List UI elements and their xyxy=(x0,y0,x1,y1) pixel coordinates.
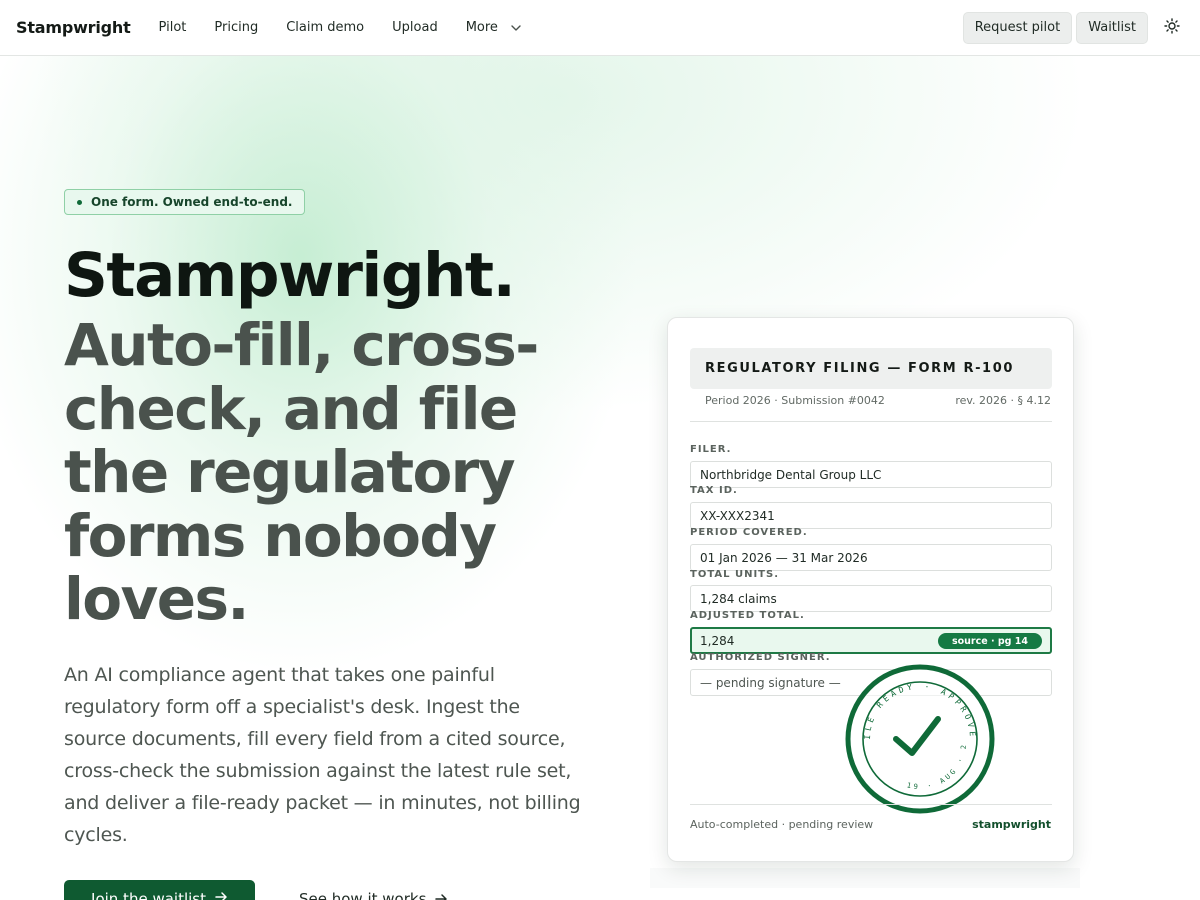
filer-value: Northbridge Dental Group LLC xyxy=(700,467,882,482)
theme-toggle-button[interactable] xyxy=(1160,16,1184,40)
adjusted-total-value: 1,284 xyxy=(700,633,735,648)
nav-links: Pilot Pricing Claim demo Upload More xyxy=(159,20,522,35)
stamp-graphic: FILE READY · APPROVED 19 · AUG · 2026 xyxy=(840,656,995,814)
field-label-adjusted-total: ADJUSTED TOTAL. xyxy=(690,610,805,621)
nav-link-pilot[interactable]: Pilot xyxy=(159,20,187,35)
arrow-right-icon xyxy=(434,892,448,900)
chevron-down-icon xyxy=(510,22,522,34)
see-how-it-works-link[interactable]: See how it works xyxy=(299,890,448,900)
filer-field[interactable]: Northbridge Dental Group LLC xyxy=(690,461,1052,488)
nav-link-pricing[interactable]: Pricing xyxy=(214,20,258,35)
join-waitlist-label: Join the waitlist xyxy=(91,890,206,900)
field-label-total-units: TOTAL UNITS. xyxy=(690,569,779,580)
nav-more-label: More xyxy=(465,20,498,35)
nav-more-dropdown[interactable]: More xyxy=(466,20,522,35)
total-units-field[interactable]: 1,284 claims xyxy=(690,585,1052,612)
tagline-badge: One form. Owned end-to-end. xyxy=(64,189,306,215)
arrow-right-icon xyxy=(214,890,228,900)
total-units-value: 1,284 claims xyxy=(700,591,777,606)
waitlist-button[interactable]: Waitlist xyxy=(1076,11,1148,44)
brand-logo[interactable]: Stampwright xyxy=(16,18,131,37)
tax-id-field[interactable]: XX-XXX2341 xyxy=(690,502,1052,529)
nav-link-upload[interactable]: Upload xyxy=(392,20,438,35)
hero-subtitle: Auto-fill, cross-check, and file the reg… xyxy=(64,311,539,633)
top-nav: Stampwright Pilot Pricing Claim demo Upl… xyxy=(0,0,1200,56)
form-period: Period 2026 · Submission #0042 xyxy=(705,394,885,407)
adjusted-total-field[interactable]: 1,284 source · pg 14 xyxy=(690,627,1052,654)
field-label-filer: FILER. xyxy=(690,444,732,455)
source-citation-badge[interactable]: source · pg 14 xyxy=(937,633,1042,649)
badge-dot-icon xyxy=(77,199,82,205)
card-base-panel xyxy=(650,868,1080,888)
card-footer-divider xyxy=(690,804,1052,805)
hero-description: An AI compliance agent that takes one pa… xyxy=(64,664,581,846)
join-waitlist-button[interactable]: Join the waitlist xyxy=(64,880,255,900)
field-label-signer: AUTHORIZED SIGNER. xyxy=(690,652,831,663)
form-revision: rev. 2026 · § 4.12 xyxy=(955,394,1051,407)
tax-id-value: XX-XXX2341 xyxy=(700,508,775,523)
form-divider xyxy=(690,421,1052,422)
hero-title: Stampwright. xyxy=(64,240,516,311)
approval-stamp: FILE READY · APPROVED 19 · AUG · 2026 xyxy=(840,656,996,815)
nav-link-claim-demo[interactable]: Claim demo xyxy=(286,20,364,35)
period-covered-value: 01 Jan 2026 — 31 Mar 2026 xyxy=(700,550,868,565)
tagline-text: One form. Owned end-to-end. xyxy=(91,195,293,209)
sun-icon xyxy=(1164,17,1180,38)
form-heading: REGULATORY FILING — FORM R-100 xyxy=(690,348,1052,389)
nav-actions: Request pilot Waitlist xyxy=(959,11,1184,44)
card-brand-mark: stampwright xyxy=(972,818,1051,831)
field-label-period: PERIOD COVERED. xyxy=(690,527,808,538)
regulatory-form-card: REGULATORY FILING — FORM R-100 Period 20… xyxy=(667,317,1074,862)
see-how-label: See how it works xyxy=(299,890,427,900)
period-covered-field[interactable]: 01 Jan 2026 — 31 Mar 2026 xyxy=(690,544,1052,571)
hero-section: One form. Owned end-to-end. Stampwright.… xyxy=(64,56,624,900)
request-pilot-button[interactable]: Request pilot xyxy=(962,11,1073,44)
field-label-tax-id: TAX ID. xyxy=(690,485,738,496)
card-status: Auto-completed · pending review xyxy=(690,818,874,831)
signer-value: — pending signature — xyxy=(700,675,841,690)
